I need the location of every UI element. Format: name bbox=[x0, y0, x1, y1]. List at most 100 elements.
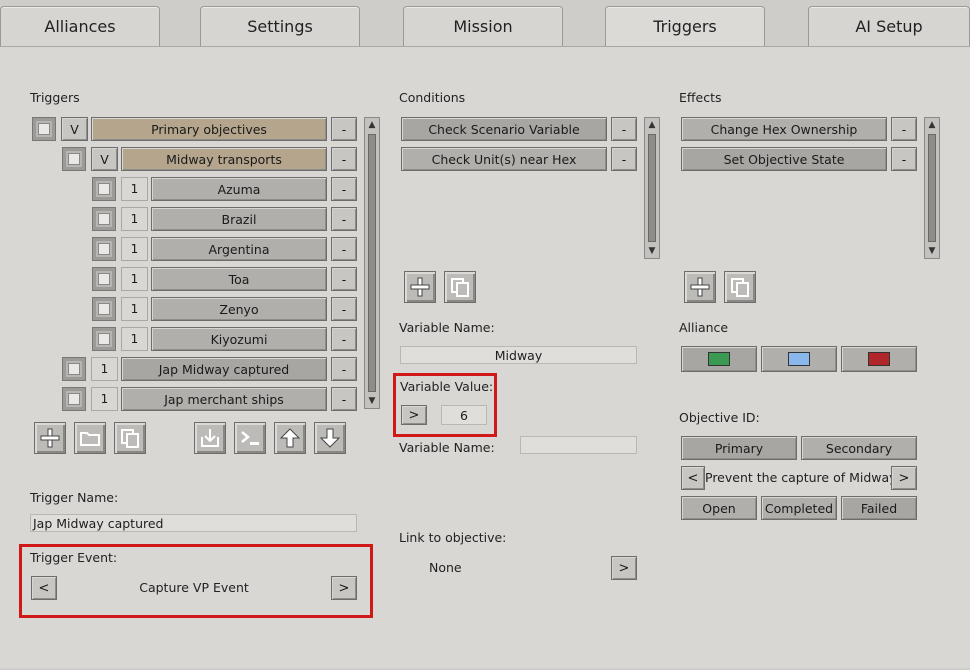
link-objective-next-button[interactable]: > bbox=[611, 556, 637, 580]
trigger-checkbox[interactable] bbox=[92, 297, 116, 321]
add-effect-button[interactable] bbox=[684, 271, 716, 303]
condition-item-check-units-near-hex[interactable]: Check Unit(s) near Hex bbox=[401, 147, 607, 171]
alliance-red-button[interactable] bbox=[841, 346, 917, 372]
remove-trigger-button[interactable]: - bbox=[331, 387, 357, 411]
scroll-up-icon[interactable]: ▲ bbox=[365, 118, 379, 132]
trigger-item-jap-midway-captured[interactable]: Jap Midway captured bbox=[121, 357, 327, 381]
comparison-operator-button[interactable]: > bbox=[401, 405, 427, 425]
objective-prev-button[interactable]: < bbox=[681, 466, 705, 490]
tab-alliances[interactable]: Alliances bbox=[0, 6, 160, 46]
remove-trigger-button[interactable]: - bbox=[331, 117, 357, 141]
tab-mission[interactable]: Mission bbox=[403, 6, 563, 46]
remove-trigger-button[interactable]: - bbox=[331, 237, 357, 261]
trigger-count[interactable]: 1 bbox=[91, 357, 118, 381]
remove-trigger-button[interactable]: - bbox=[331, 147, 357, 171]
copy-condition-button[interactable] bbox=[444, 271, 476, 303]
trigger-checkbox[interactable] bbox=[62, 387, 86, 411]
remove-condition-button[interactable]: - bbox=[611, 117, 637, 141]
import-button[interactable] bbox=[194, 422, 226, 454]
scroll-thumb[interactable] bbox=[648, 134, 656, 242]
remove-trigger-button[interactable]: - bbox=[331, 207, 357, 231]
remove-trigger-button[interactable]: - bbox=[331, 267, 357, 291]
trigger-item-kiyozumi[interactable]: Kiyozumi bbox=[151, 327, 327, 351]
trigger-count[interactable]: 1 bbox=[121, 177, 148, 201]
scroll-down-icon[interactable]: ▼ bbox=[365, 394, 379, 408]
trigger-item-zenyo[interactable]: Zenyo bbox=[151, 297, 327, 321]
conditions-scrollbar[interactable]: ▲ ▼ bbox=[644, 117, 660, 259]
tab-triggers[interactable]: Triggers bbox=[605, 6, 765, 46]
trigger-item-brazil[interactable]: Brazil bbox=[151, 207, 327, 231]
trigger-checkbox[interactable] bbox=[92, 177, 116, 201]
variable-value-input[interactable]: 6 bbox=[441, 405, 487, 425]
event-next-button[interactable]: > bbox=[331, 576, 357, 600]
move-up-button[interactable] bbox=[274, 422, 306, 454]
variable-name-2-input[interactable] bbox=[520, 436, 637, 454]
scroll-down-icon[interactable]: ▼ bbox=[645, 244, 659, 258]
condition-item-check-scenario-variable[interactable]: Check Scenario Variable bbox=[401, 117, 607, 141]
trigger-count[interactable]: 1 bbox=[91, 387, 118, 411]
remove-trigger-button[interactable]: - bbox=[331, 357, 357, 381]
objective-secondary-button[interactable]: Secondary bbox=[801, 436, 917, 460]
alliance-blue-button[interactable] bbox=[761, 346, 837, 372]
remove-trigger-button[interactable]: - bbox=[331, 327, 357, 351]
tab-ai-setup[interactable]: AI Setup bbox=[808, 6, 970, 46]
trigger-count[interactable]: 1 bbox=[121, 267, 148, 291]
objective-id-label: Objective ID: bbox=[679, 410, 760, 425]
trigger-checkbox[interactable] bbox=[32, 117, 56, 141]
add-condition-button[interactable] bbox=[404, 271, 436, 303]
trigger-name-label: Trigger Name: bbox=[30, 490, 119, 505]
trigger-count[interactable]: 1 bbox=[121, 207, 148, 231]
remove-trigger-button[interactable]: - bbox=[331, 297, 357, 321]
state-failed-button[interactable]: Failed bbox=[841, 496, 917, 520]
trigger-count[interactable]: 1 bbox=[121, 237, 148, 261]
scroll-thumb[interactable] bbox=[368, 134, 376, 392]
trigger-flag[interactable]: V bbox=[61, 117, 88, 141]
scroll-down-icon[interactable]: ▼ bbox=[925, 244, 939, 258]
trigger-checkbox[interactable] bbox=[92, 327, 116, 351]
variable-name-input[interactable]: Midway bbox=[400, 346, 637, 364]
copy-trigger-button[interactable] bbox=[114, 422, 146, 454]
trigger-checkbox[interactable] bbox=[92, 237, 116, 261]
remove-effect-button[interactable]: - bbox=[891, 117, 917, 141]
add-folder-button[interactable] bbox=[74, 422, 106, 454]
triggers-scrollbar[interactable]: ▲ ▼ bbox=[364, 117, 380, 409]
trigger-count[interactable]: 1 bbox=[121, 297, 148, 321]
effect-item-set-objective-state[interactable]: Set Objective State bbox=[681, 147, 887, 171]
add-trigger-button[interactable] bbox=[34, 422, 66, 454]
objective-primary-button[interactable]: Primary bbox=[681, 436, 797, 460]
remove-trigger-button[interactable]: - bbox=[331, 177, 357, 201]
remove-condition-button[interactable]: - bbox=[611, 147, 637, 171]
blue-swatch bbox=[788, 352, 810, 366]
objective-next-button[interactable]: > bbox=[891, 466, 917, 490]
event-prev-button[interactable]: < bbox=[31, 576, 57, 600]
trigger-item-toa[interactable]: Toa bbox=[151, 267, 327, 291]
trigger-item-azuma[interactable]: Azuma bbox=[151, 177, 327, 201]
trigger-flag[interactable]: V bbox=[91, 147, 118, 171]
trigger-checkbox[interactable] bbox=[92, 267, 116, 291]
move-down-button[interactable] bbox=[314, 422, 346, 454]
script-button[interactable] bbox=[234, 422, 266, 454]
trigger-item-argentina[interactable]: Argentina bbox=[151, 237, 327, 261]
trigger-item-midway-transports[interactable]: Midway transports bbox=[121, 147, 327, 171]
trigger-checkbox[interactable] bbox=[62, 147, 86, 171]
copy-effect-button[interactable] bbox=[724, 271, 756, 303]
link-to-objective-label: Link to objective: bbox=[399, 530, 507, 545]
state-open-button[interactable]: Open bbox=[681, 496, 757, 520]
scroll-up-icon[interactable]: ▲ bbox=[925, 118, 939, 132]
trigger-checkbox[interactable] bbox=[62, 357, 86, 381]
alliance-green-button[interactable] bbox=[681, 346, 757, 372]
scroll-thumb[interactable] bbox=[928, 134, 936, 242]
effect-item-change-hex-ownership[interactable]: Change Hex Ownership bbox=[681, 117, 887, 141]
trigger-checkbox[interactable] bbox=[92, 207, 116, 231]
state-completed-button[interactable]: Completed bbox=[761, 496, 837, 520]
trigger-count[interactable]: 1 bbox=[121, 327, 148, 351]
effects-scrollbar[interactable]: ▲ ▼ bbox=[924, 117, 940, 259]
trigger-name-input[interactable]: Jap Midway captured bbox=[30, 514, 357, 532]
trigger-item-primary-objectives[interactable]: Primary objectives bbox=[91, 117, 327, 141]
variable-name-label: Variable Name: bbox=[399, 320, 495, 335]
remove-effect-button[interactable]: - bbox=[891, 147, 917, 171]
trigger-item-jap-merchant-ships[interactable]: Jap merchant ships bbox=[121, 387, 327, 411]
scroll-up-icon[interactable]: ▲ bbox=[645, 118, 659, 132]
tab-settings[interactable]: Settings bbox=[200, 6, 360, 46]
arrow-up-icon bbox=[279, 428, 301, 448]
